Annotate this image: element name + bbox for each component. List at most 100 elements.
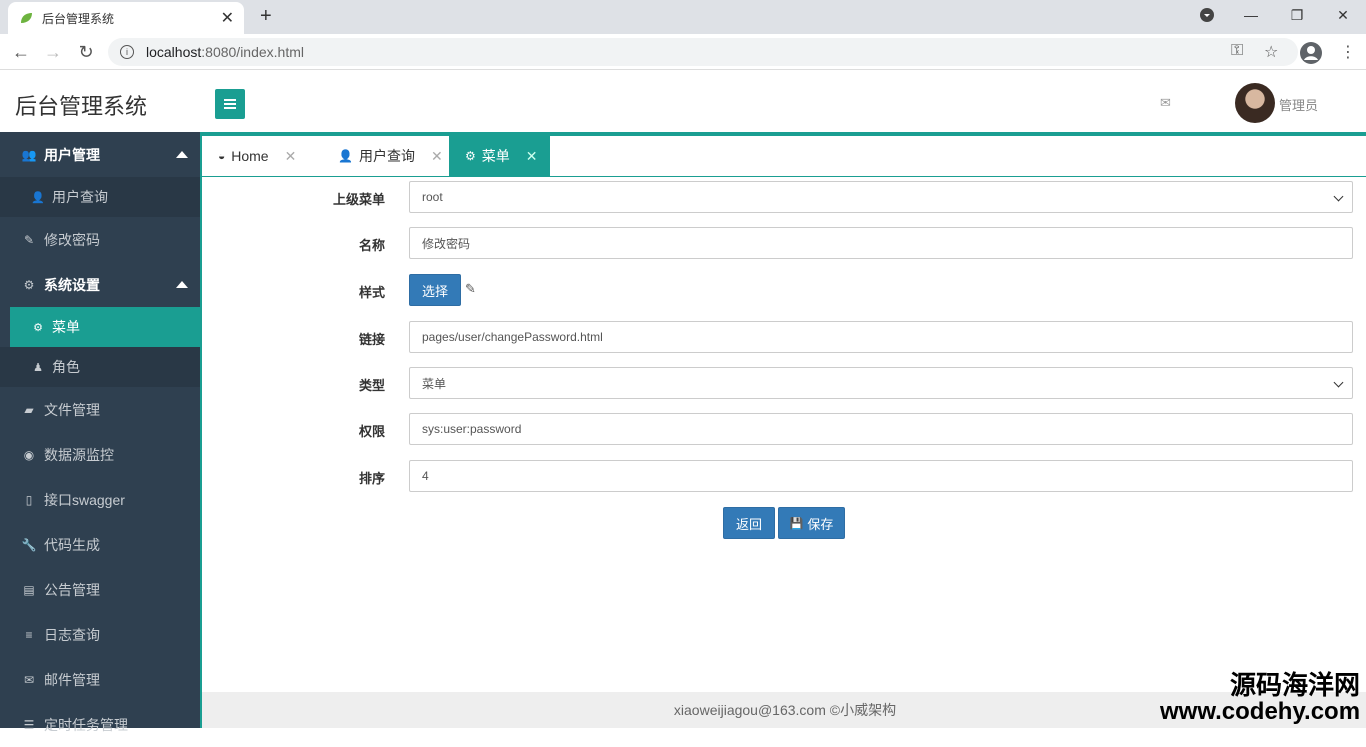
save-button[interactable]: 💾 保存: [778, 507, 845, 539]
permission-label: 权限: [358, 424, 385, 439]
parent-menu-select[interactable]: root: [409, 181, 1353, 213]
star-icon[interactable]: ☆: [1264, 42, 1278, 62]
type-label: 类型: [358, 378, 385, 393]
sidebar-item-label: 角色: [52, 359, 80, 375]
eye-icon: ◉: [23, 447, 35, 462]
tab-label: Home: [231, 148, 269, 164]
sidebar-item-system-settings[interactable]: ⚙ 系统设置: [0, 262, 200, 307]
sidebar-item-mail[interactable]: ✉ 邮件管理: [0, 657, 200, 702]
page-tabs: ◒ Home ✕ 👤 用户查询 ✕ ⚙ 菜单 ✕: [202, 132, 1366, 177]
sidebar: 👥 用户管理 👤 用户查询 ✎ 修改密码 ⚙ 系统设置 ⚙ 菜单 ♟ 角色 ▰ …: [0, 132, 200, 733]
tab-user-query[interactable]: 👤 用户查询 ✕: [322, 136, 449, 176]
back-icon[interactable]: ←: [10, 41, 32, 63]
cogs-icon: ⚙: [23, 277, 35, 292]
tab-label: 菜单: [481, 148, 510, 164]
minimize-icon[interactable]: —: [1228, 0, 1274, 30]
sidebar-item-logs[interactable]: ≡ 日志查询: [0, 612, 200, 657]
sidebar-item-label: 定时任务管理: [44, 716, 128, 733]
close-icon[interactable]: ✕: [285, 148, 297, 165]
tab-label: 用户查询: [358, 148, 415, 164]
caret-up-icon: [176, 151, 188, 158]
form-row-name: 名称 修改密码: [202, 227, 1366, 259]
sidebar-toggle-button[interactable]: [215, 89, 245, 119]
tab-menu[interactable]: ⚙ 菜单 ✕: [449, 136, 550, 176]
save-button-label: 保存: [807, 516, 834, 532]
leaf-icon: [18, 10, 34, 26]
back-button[interactable]: 返回: [723, 507, 775, 539]
link-label: 链接: [358, 332, 385, 347]
sidebar-item-datasource-monitor[interactable]: ◉ 数据源监控: [0, 432, 200, 477]
sidebar-item-role[interactable]: ♟ 角色: [0, 347, 200, 387]
avatar[interactable]: [1235, 83, 1275, 123]
address-bar-row: ← → ↻ i localhost:8080/index.html ⚿ ☆ ⋮: [0, 34, 1366, 70]
link-input[interactable]: pages/user/changePassword.html: [409, 321, 1353, 353]
sidebar-item-label: 日志查询: [44, 626, 100, 643]
close-window-icon[interactable]: ✕: [1320, 0, 1366, 30]
account-icon[interactable]: [1300, 42, 1322, 69]
sidebar-item-user-management[interactable]: 👥 用户管理: [0, 132, 200, 177]
name-label: 名称: [358, 238, 385, 253]
envelope-icon[interactable]: ✉: [1160, 95, 1171, 111]
url-field[interactable]: i localhost:8080/index.html: [108, 38, 1298, 66]
form-row-style: 样式 选择 ✎: [202, 274, 1366, 306]
sort-input[interactable]: 4: [409, 460, 1353, 492]
sidebar-item-label: 代码生成: [44, 536, 100, 553]
type-select[interactable]: 菜单: [409, 367, 1353, 399]
main-content: ◒ Home ✕ 👤 用户查询 ✕ ⚙ 菜单 ✕ 上级菜单 root 名称 修改…: [200, 132, 1366, 728]
close-tab-icon[interactable]: ✕: [221, 8, 234, 28]
dashboard-icon: ◒: [218, 149, 226, 163]
restore-icon[interactable]: ❐: [1274, 0, 1320, 30]
browser-tab-strip: 后台管理系统 ✕ + — ❐ ✕: [0, 0, 1366, 34]
close-icon[interactable]: ✕: [431, 148, 443, 165]
browser-tab[interactable]: 后台管理系统 ✕: [8, 2, 244, 34]
sidebar-item-change-password[interactable]: ✎ 修改密码: [0, 217, 200, 262]
tab-home[interactable]: ◒ Home ✕: [202, 136, 320, 176]
name-input[interactable]: 修改密码: [409, 227, 1353, 259]
user-name[interactable]: 管理员: [1279, 95, 1318, 114]
app-title: 后台管理系统: [15, 94, 148, 119]
profile-menu-icon[interactable]: [1184, 0, 1230, 30]
sort-label: 排序: [358, 471, 385, 486]
wrench-icon: 🔧: [21, 537, 37, 552]
form-row-parent: 上级菜单 root: [202, 181, 1366, 213]
permission-input[interactable]: sys:user:password: [409, 413, 1353, 445]
reload-icon[interactable]: ↻: [75, 41, 97, 63]
choose-style-button[interactable]: 选择: [409, 274, 461, 306]
close-icon[interactable]: ✕: [526, 148, 538, 165]
edit-icon: ✎: [465, 281, 476, 296]
sidebar-item-label: 公告管理: [44, 581, 100, 598]
sidebar-item-notice[interactable]: ▤ 公告管理: [0, 567, 200, 612]
sidebar-item-swagger[interactable]: ▯ 接口swagger: [0, 477, 200, 522]
sidebar-item-user-query[interactable]: 👤 用户查询: [0, 177, 200, 217]
browser-tab-title: 后台管理系统: [42, 11, 115, 26]
new-tab-icon[interactable]: +: [260, 5, 272, 28]
role-icon: ♟: [33, 361, 43, 374]
gear-icon: ⚙: [465, 149, 476, 163]
floppy-icon: 💾: [789, 517, 804, 530]
info-icon[interactable]: i: [120, 45, 134, 59]
url-path: :8080/index.html: [201, 44, 304, 60]
app-header: 后台管理系统 ✉ 管理员: [0, 71, 1366, 132]
sidebar-item-label: 文件管理: [44, 401, 100, 418]
sidebar-item-label: 菜单: [52, 319, 80, 335]
forward-icon[interactable]: →: [42, 41, 64, 63]
style-label: 样式: [358, 285, 385, 300]
sidebar-item-label: 数据源监控: [44, 446, 114, 463]
sidebar-item-menu[interactable]: ⚙ 菜单: [10, 307, 200, 347]
sidebar-item-jobs[interactable]: ☰ 定时任务管理: [0, 702, 200, 747]
sidebar-item-label: 系统设置: [44, 276, 100, 293]
key-icon[interactable]: ⚿: [1231, 42, 1243, 60]
watermark-line2: www.codehy.com: [1160, 698, 1361, 725]
list-icon: ≡: [25, 627, 33, 642]
user-icon: 👤: [31, 191, 45, 204]
folder-icon: ▰: [24, 402, 34, 417]
watermark-line1: 源码海洋网: [1230, 670, 1361, 700]
sidebar-item-file-management[interactable]: ▰ 文件管理: [0, 387, 200, 432]
more-icon[interactable]: ⋮: [1340, 42, 1356, 62]
hamburger-icon: [224, 99, 236, 109]
user-icon: 👤: [338, 149, 353, 163]
form-row-type: 类型 菜单: [202, 367, 1366, 399]
pdf-icon: ▯: [25, 492, 33, 507]
sidebar-item-code-gen[interactable]: 🔧 代码生成: [0, 522, 200, 567]
form-row-permission: 权限 sys:user:password: [202, 413, 1366, 445]
